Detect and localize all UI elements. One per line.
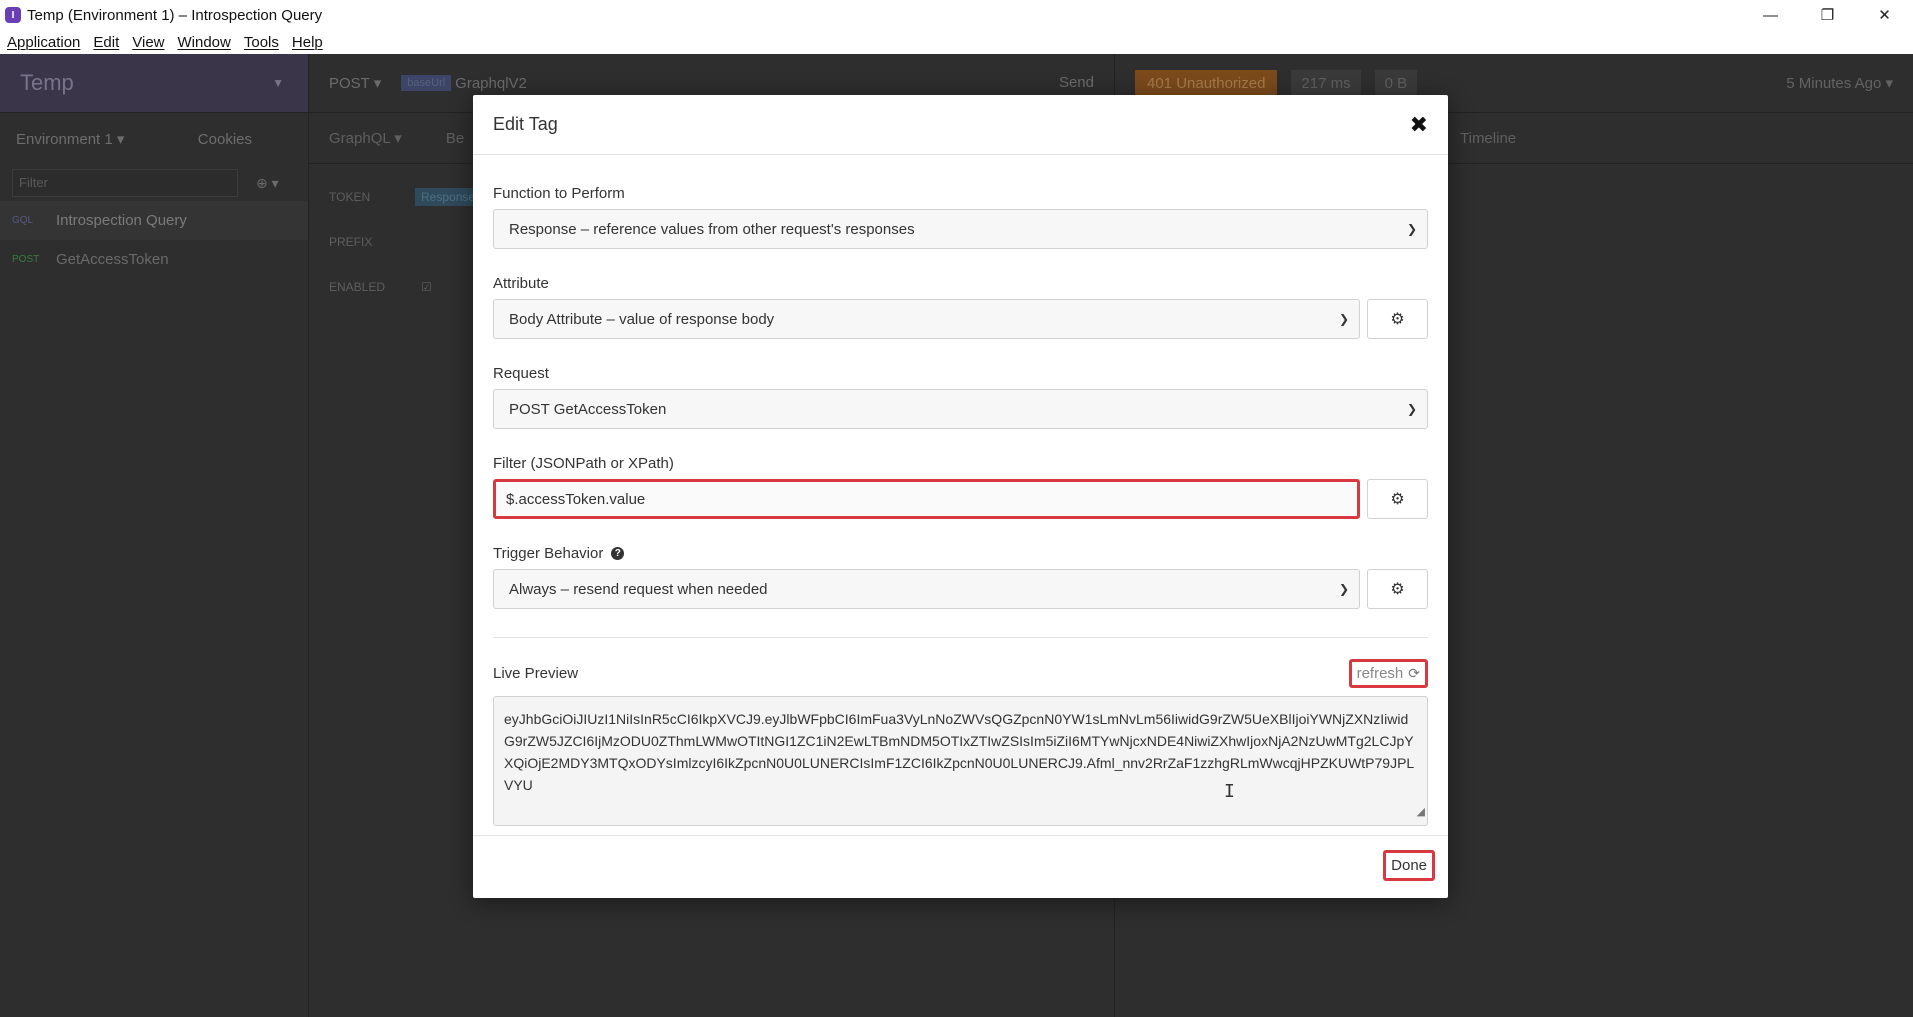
refresh-icon: ⟳ (1408, 664, 1420, 681)
live-preview-header: Live Preview refresh ⟳ (493, 656, 1428, 690)
attribute-value: Body Attribute – value of response body (509, 310, 775, 328)
chevron-down-icon: ❯ (1338, 582, 1349, 596)
trigger-value: Always – resend request when needed (509, 580, 768, 598)
method-selector[interactable]: POST ▾ (329, 74, 381, 92)
base-url-tag[interactable]: baseUrl (401, 75, 452, 91)
request-value: POST GetAccessToken (509, 400, 667, 418)
minimize-button[interactable]: — (1742, 0, 1799, 30)
restore-button[interactable]: ❐ (1799, 0, 1856, 30)
trigger-label: Trigger Behavior (493, 544, 604, 562)
function-label: Function to Perform (493, 184, 625, 202)
trigger-label-row: Trigger Behavior ? (493, 543, 1428, 563)
workspace-name: Temp (20, 70, 74, 95)
method-badge: GQL (12, 215, 34, 226)
trigger-settings-button[interactable]: ⚙ (1367, 569, 1428, 609)
filter-input[interactable]: Filter (12, 169, 238, 197)
size-badge: 0 B (1374, 69, 1418, 97)
edit-tag-modal: Edit Tag ✖ Function to Perform Response … (473, 95, 1448, 898)
filter-input[interactable]: $.accessToken.value (493, 479, 1360, 519)
divider (493, 637, 1428, 638)
sidebar: Temp ▼ Environment 1 ▾ Cookies Filter ⊕ … (0, 54, 309, 1017)
environment-row: Environment 1 ▾ Cookies (0, 113, 308, 165)
refresh-button[interactable]: refresh ⟳ (1348, 658, 1428, 688)
sidebar-item-introspection-query[interactable]: GQL Introspection Query (0, 201, 308, 240)
request-select[interactable]: POST GetAccessToken ❯ (493, 389, 1428, 429)
title-bar: I Temp (Environment 1) – Introspection Q… (0, 0, 1913, 30)
tab-timeline[interactable]: Timeline (1460, 130, 1516, 147)
menu-window[interactable]: Window (178, 34, 231, 51)
modal-header: Edit Tag ✖ (473, 95, 1448, 155)
request-name: GetAccessToken (56, 251, 169, 268)
modal-footer: Done (473, 835, 1448, 898)
filter-settings-button[interactable]: ⚙ (1367, 479, 1428, 519)
modal-title: Edit Tag (493, 114, 558, 134)
attribute-label: Attribute (493, 274, 549, 292)
url-path[interactable]: GraphqlV2 (455, 75, 527, 92)
done-button[interactable]: Done (1383, 850, 1435, 881)
enabled-label: ENABLED (329, 279, 386, 294)
refresh-label: refresh (1356, 664, 1404, 682)
menu-tools[interactable]: Tools (244, 34, 279, 51)
chevron-down-icon: ❯ (1338, 312, 1349, 326)
menu-edit[interactable]: Edit (93, 34, 119, 51)
request-label: Request (493, 364, 549, 382)
gear-icon: ⚙ (1390, 581, 1405, 598)
close-icon[interactable]: ✖ (1410, 112, 1428, 138)
status-badge: 401 Unauthorized (1135, 69, 1278, 97)
environment-selector[interactable]: Environment 1 ▾ (16, 130, 124, 148)
filter-row: Filter ⊕ ▾ (0, 165, 308, 201)
menu-bar: Application Edit View Window Tools Help (0, 30, 1913, 54)
window-controls: — ❐ ✕ (1742, 0, 1913, 30)
menu-help[interactable]: Help (292, 34, 323, 51)
function-value: Response – reference values from other r… (509, 220, 915, 238)
tab-graphql[interactable]: GraphQL ▾ (329, 129, 402, 147)
live-preview-textarea[interactable]: eyJhbGciOiJIUzI1NiIsInR5cCI6IkpXVCJ9.eyJ… (493, 696, 1428, 826)
menu-application[interactable]: Application (7, 34, 80, 51)
gear-icon: ⚙ (1390, 491, 1405, 508)
method-badge: POST (12, 254, 40, 265)
chevron-down-icon: ❯ (1406, 402, 1417, 416)
function-select[interactable]: Response – reference values from other r… (493, 209, 1428, 249)
window-title: Temp (Environment 1) – Introspection Que… (27, 6, 323, 24)
help-icon[interactable]: ? (611, 546, 625, 560)
checkbox-icon[interactable]: ☑ (421, 280, 432, 294)
insomnia-app-icon: I (5, 7, 21, 23)
menu-view[interactable]: View (132, 34, 164, 51)
text-cursor-icon: I (1224, 781, 1235, 802)
attribute-settings-button[interactable]: ⚙ (1367, 299, 1428, 339)
send-button[interactable]: Send (1059, 74, 1094, 91)
request-name: Introspection Query (56, 212, 187, 229)
live-preview-label: Live Preview (493, 664, 579, 682)
trigger-select[interactable]: Always – resend request when needed ❯ (493, 569, 1360, 609)
attribute-select[interactable]: Body Attribute – value of response body … (493, 299, 1360, 339)
time-badge: 217 ms (1291, 69, 1361, 97)
tab-be[interactable]: Be (446, 130, 464, 147)
gear-icon: ⚙ (1390, 311, 1405, 328)
chevron-down-icon: ▼ (272, 76, 284, 90)
token-label: TOKEN (329, 189, 371, 204)
sidebar-item-get-access-token[interactable]: POST GetAccessToken (0, 240, 308, 279)
workspace-header[interactable]: Temp ▼ (0, 54, 308, 113)
prefix-label: PREFIX (329, 234, 373, 249)
filter-label: Filter (JSONPath or XPath) (493, 454, 674, 472)
history-dropdown[interactable]: 5 Minutes Ago ▾ (1786, 74, 1893, 92)
live-preview-text: eyJhbGciOiJIUzI1NiIsInR5cCI6IkpXVCJ9.eyJ… (504, 711, 1415, 793)
add-icon[interactable]: ⊕ ▾ (256, 175, 279, 192)
token-badge[interactable]: Response (415, 187, 482, 206)
cookies-button[interactable]: Cookies (198, 131, 252, 148)
modal-body: Function to Perform Response – reference… (473, 183, 1448, 826)
resize-handle-icon[interactable]: ◢ (1417, 801, 1425, 823)
close-window-button[interactable]: ✕ (1856, 0, 1913, 30)
chevron-down-icon: ❯ (1406, 222, 1417, 236)
